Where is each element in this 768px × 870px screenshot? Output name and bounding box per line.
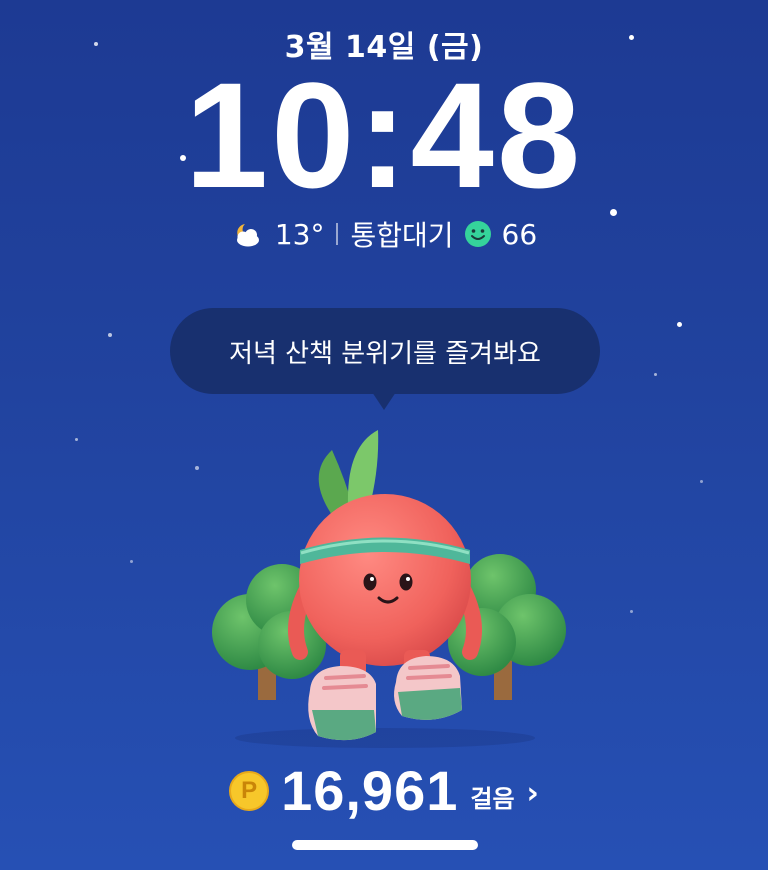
step-counter[interactable]: P 16,961 걸음 › xyxy=(0,758,768,823)
temperature: 13° xyxy=(274,217,325,251)
steps-count: 16,961 xyxy=(281,759,459,822)
right-sneaker xyxy=(394,656,462,720)
mascot-illustration[interactable] xyxy=(200,420,570,750)
speech-bubble: 저녁 산책 분위기를 즐겨봐요 xyxy=(170,308,600,394)
chevron-right-icon[interactable]: › xyxy=(527,776,539,811)
point-coin-icon: P xyxy=(229,770,270,811)
steps-unit: 걸음 xyxy=(470,785,515,813)
air-quality-value: 66 xyxy=(501,217,538,251)
partly-cloudy-night-icon xyxy=(236,224,259,247)
speech-text: 저녁 산책 분위기를 즐겨봐요 xyxy=(229,338,541,369)
speech-bubble-tail xyxy=(372,392,396,410)
air-quality-label: 통합대기 xyxy=(350,219,454,252)
divider xyxy=(336,223,339,245)
smile-face-icon xyxy=(464,221,491,247)
home-indicator[interactable] xyxy=(292,840,478,850)
left-sneaker xyxy=(308,666,376,741)
weather-widget[interactable]: 13° 통합대기 66 xyxy=(0,214,768,254)
lockscreen-clock: 10:48 xyxy=(184,51,584,219)
